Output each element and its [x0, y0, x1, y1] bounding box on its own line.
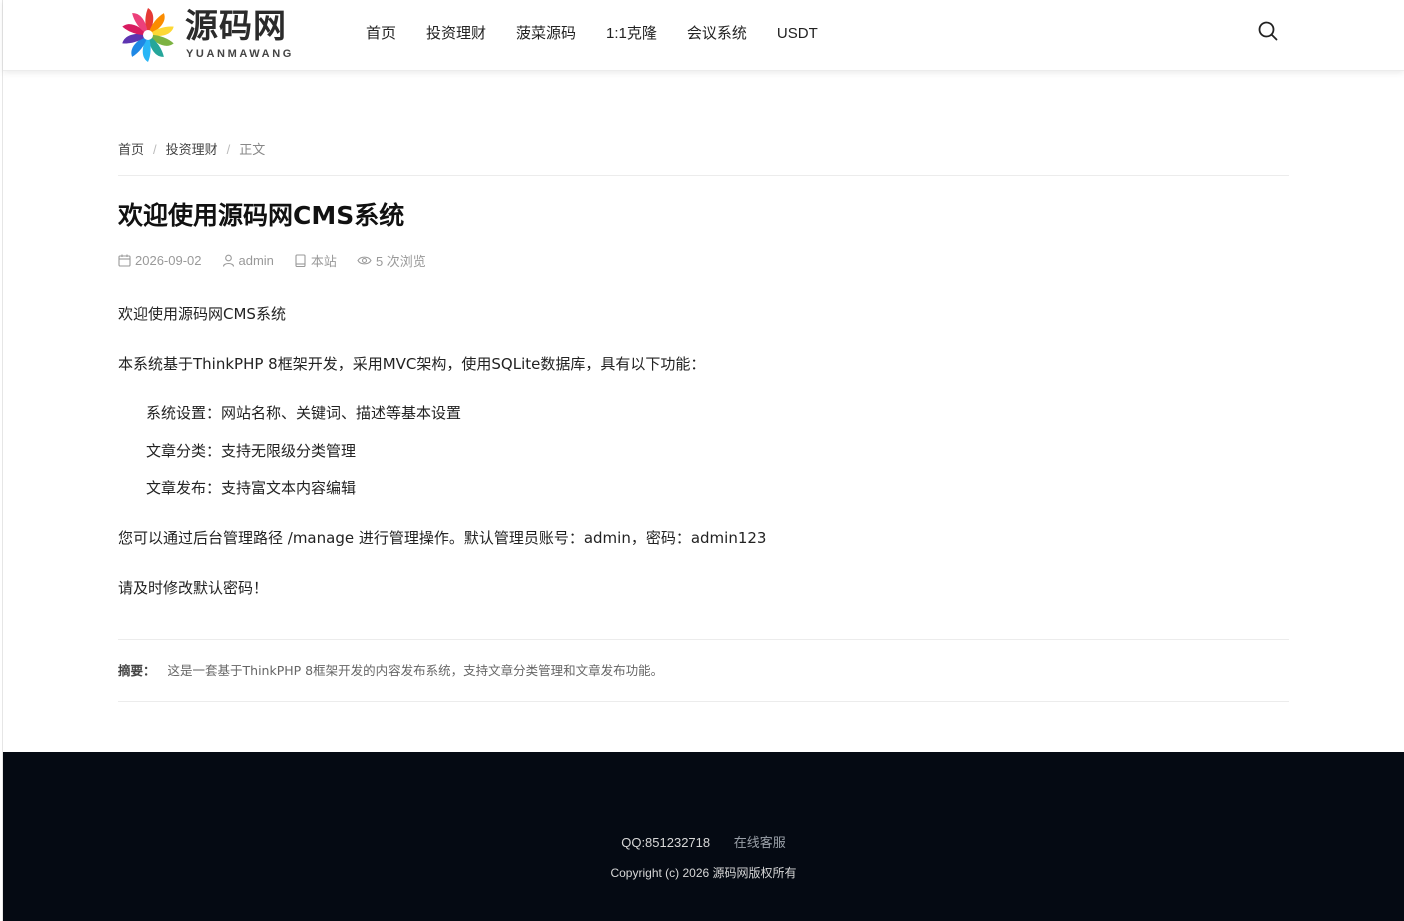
footer-copyright: Copyright (c) 2026 源码网版权所有	[610, 866, 797, 880]
site-footer: QQ:851232718 在线客服 Copyright (c) 2026 源码网…	[3, 752, 1404, 921]
nav-item-clone[interactable]: 1:1克隆	[606, 24, 657, 44]
eye-icon	[357, 256, 372, 265]
search-icon	[1258, 21, 1278, 41]
breadcrumb: 首页 / 投资理财 / 正文	[118, 139, 265, 158]
breadcrumb-home[interactable]: 首页	[118, 142, 144, 157]
divider	[118, 701, 1289, 702]
meta-source-text: 本站	[310, 254, 337, 269]
list-item: 系统设置：网站名称、关键词、描述等基本设置	[146, 404, 462, 422]
nav-item-investment[interactable]: 投资理财	[426, 24, 486, 44]
article-paragraph: 本系统基于ThinkPHP 8框架开发，采用MVC架构，使用SQLite数据库，…	[118, 355, 706, 373]
main-nav: 首页 投资理财 菠菜源码 1:1克隆 会议系统 USDT	[366, 24, 848, 44]
site-logo[interactable]: 源码网 YUANMAWANG	[119, 4, 299, 64]
list-item: 文章分类：支持无限级分类管理	[146, 442, 357, 460]
meta-author: admin	[222, 253, 274, 268]
logo-pinwheel-icon	[122, 8, 174, 62]
search-button[interactable]	[1257, 20, 1279, 42]
summary-text: 这是一套基于ThinkPHP 8框架开发的内容发布系统，支持文章分类管理和文章发…	[167, 663, 664, 678]
user-icon	[222, 254, 234, 267]
footer-links: QQ:851232718 在线客服	[3, 832, 1404, 851]
meta-date-text: 2026-09-02	[135, 253, 202, 268]
footer-qq-link[interactable]: QQ:851232718	[621, 835, 710, 850]
divider	[118, 175, 1289, 176]
meta-author-text: admin	[238, 253, 274, 268]
article-summary: 摘要： 这是一套基于ThinkPHP 8框架开发的内容发布系统，支持文章分类管理和…	[118, 660, 663, 679]
divider	[118, 639, 1289, 640]
nav-item-home[interactable]: 首页	[366, 24, 396, 44]
summary-label: 摘要：	[118, 663, 156, 678]
article-paragraph: 您可以通过后台管理路径 /manage 进行管理操作。默认管理员账号：admin…	[118, 529, 767, 547]
nav-item-source-code[interactable]: 菠菜源码	[516, 24, 576, 44]
footer-service-link[interactable]: 在线客服	[734, 835, 786, 850]
logo-subtext: YUANMAWANG	[186, 48, 294, 60]
logo-text: 源码网	[185, 6, 287, 45]
meta-views-text: 5 次浏览	[375, 254, 426, 269]
meta-source: 本站	[294, 251, 337, 270]
list-item: 文章发布：支持富文本内容编辑	[146, 479, 357, 497]
nav-item-meeting-system[interactable]: 会议系统	[687, 24, 747, 44]
nav-item-usdt[interactable]: USDT	[777, 24, 818, 44]
meta-date: 2026-09-02	[118, 253, 202, 268]
calendar-icon	[118, 254, 131, 267]
breadcrumb-category[interactable]: 投资理财	[166, 142, 218, 157]
book-icon	[295, 254, 306, 267]
article-paragraph: 请及时修改默认密码！	[118, 579, 269, 597]
breadcrumb-separator: /	[153, 142, 157, 157]
article-paragraph: 欢迎使用源码网CMS系统	[118, 305, 286, 323]
article-meta: 2026-09-02 admin 本站 5 次浏览	[118, 251, 446, 270]
breadcrumb-separator: /	[226, 142, 231, 157]
article-title: 欢迎使用源码网CMS系统	[118, 201, 405, 230]
site-header: 源码网 YUANMAWANG 首页 投资理财 菠菜源码 1:1克隆 会议系统 U…	[3, 0, 1404, 71]
breadcrumb-current: 正文	[239, 142, 266, 157]
meta-views: 5 次浏览	[357, 251, 426, 270]
